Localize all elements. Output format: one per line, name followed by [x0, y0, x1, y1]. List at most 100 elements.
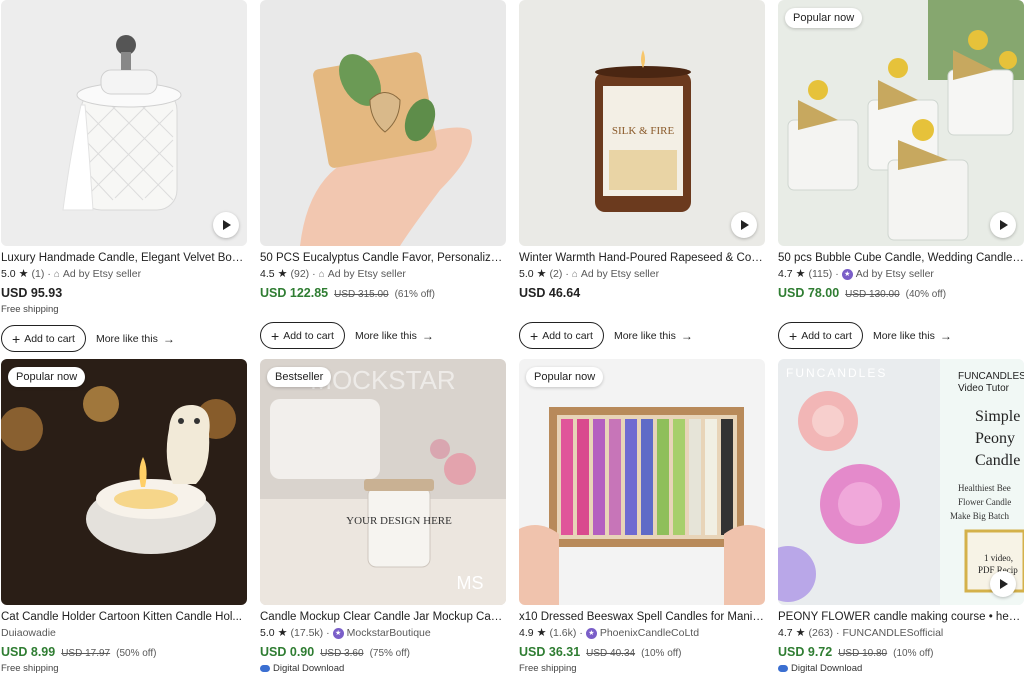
cloud-download-icon — [260, 665, 270, 672]
add-to-cart-label: Add to cart — [24, 332, 75, 345]
star-icon: ★ — [277, 627, 288, 639]
add-to-cart-button[interactable]: + Add to cart — [778, 322, 863, 349]
listing-image[interactable]: MOCKSTAR YOUR DESIGN HERE MS Bestseller — [260, 359, 506, 605]
original-price: USD 10.80 — [838, 648, 888, 659]
original-price: USD 315.00 — [334, 289, 389, 300]
shop-name[interactable]: Duiaowadie — [1, 627, 56, 640]
listing-card[interactable]: Popular now Cat Candle Holder Cartoon Ki… — [1, 359, 247, 674]
sale-price: USD 8.99 — [1, 645, 56, 659]
listing-title[interactable]: Luxury Handmade Candle, Elegant Velvet B… — [1, 251, 247, 265]
add-to-cart-label: Add to cart — [283, 329, 334, 342]
listing-meta: 5.0 ★ (2) · ⌂ Ad by Etsy seller — [519, 268, 660, 280]
brand-text: FUNCANDLES — [786, 366, 887, 380]
add-to-cart-button[interactable]: + Add to cart — [519, 322, 604, 349]
listing-image[interactable]: Popular now — [778, 0, 1024, 246]
play-icon[interactable] — [213, 212, 239, 238]
popular-now-badge: Popular now — [8, 367, 86, 387]
panel-title-text: FUNCANDLES — [958, 371, 1024, 382]
listing-title[interactable]: x10 Dressed Beeswax Spell Candles for Ma… — [519, 610, 765, 624]
more-like-this-label: More like this — [872, 329, 935, 342]
price-row: USD 46.64 — [519, 286, 765, 300]
listing-title[interactable]: 50 pcs Bubble Cube Candle, Wedding Candl… — [778, 251, 1024, 265]
star-seller-icon: ★ — [585, 628, 597, 639]
panel-tag2: Flower Candle — [958, 497, 1011, 507]
digital-download-label: Digital Download — [260, 663, 506, 674]
listing-title[interactable]: Candle Mockup Clear Candle Jar Mockup Ca… — [260, 610, 506, 624]
more-like-this-link[interactable]: More like this → — [873, 329, 952, 343]
listing-image[interactable]: SILK & FIRE — [519, 0, 765, 246]
price-row: USD 8.99 USD 17.97 (50% off) — [1, 645, 247, 659]
listing-meta: 4.9 ★ (1.6k) · ★ PhoenixCandleCoLtd — [519, 627, 700, 640]
shop-name[interactable]: FUNCANDLESofficial — [843, 627, 944, 640]
play-icon[interactable] — [990, 571, 1016, 597]
candle-jar-image — [1, 0, 247, 246]
arrow-right-icon: → — [939, 328, 952, 343]
peony-course-image: FUNCANDLES FUNCANDLES Video Tutor Simple… — [778, 359, 1024, 605]
price-row: USD 36.31 USD 40.34 (10% off) — [519, 645, 765, 659]
listing-image[interactable]: FUNCANDLES FUNCANDLES Video Tutor Simple… — [778, 359, 1024, 605]
listing-card[interactable]: Popular now x10 Dressed Beeswax Spell Ca… — [519, 359, 765, 674]
watermark-text: MOCKSTAR — [310, 365, 455, 395]
price-row: USD 9.72 USD 10.80 (10% off) — [778, 645, 1024, 659]
plus-icon: + — [12, 330, 21, 347]
sale-price: USD 78.00 — [778, 286, 840, 300]
listing-title[interactable]: PEONY FLOWER candle making course • heal… — [778, 610, 1024, 624]
more-like-this-link[interactable]: More like this → — [355, 329, 434, 343]
listing-card[interactable]: MOCKSTAR YOUR DESIGN HERE MS Bestseller … — [260, 359, 506, 674]
ms-logo-text: MS — [457, 573, 484, 593]
original-price: USD 17.97 — [61, 648, 111, 659]
shop-icon: ⌂ — [53, 269, 60, 280]
more-like-this-label: More like this — [354, 329, 417, 342]
panel-line2: Peony — [975, 430, 1015, 447]
more-like-this-link[interactable]: More like this → — [96, 332, 175, 346]
shop-name[interactable]: PhoenixCandleCoLtd — [600, 627, 699, 640]
digital-download-text: Digital Download — [273, 663, 345, 674]
sale-price: USD 0.90 — [260, 645, 315, 659]
listing-image[interactable] — [1, 0, 247, 246]
discount-label: (40% off) — [905, 289, 947, 300]
plus-icon: + — [271, 327, 280, 344]
add-to-cart-button[interactable]: + Add to cart — [260, 322, 345, 349]
listing-image[interactable]: Popular now — [1, 359, 247, 605]
star-icon: ★ — [536, 627, 547, 639]
listing-image[interactable] — [260, 0, 506, 246]
shop-icon: ⌂ — [571, 269, 578, 280]
rating-value: 5.0 — [1, 268, 16, 280]
cloud-download-icon — [778, 665, 788, 672]
shop-name[interactable]: MockstarBoutique — [347, 627, 431, 640]
review-count: (1.6k) — [549, 627, 577, 639]
star-icon: ★ — [18, 268, 29, 280]
more-like-this-link[interactable]: More like this → — [614, 329, 693, 343]
play-icon[interactable] — [731, 212, 757, 238]
bubble-cube-candle-image — [778, 0, 1024, 246]
ad-label: Ad by Etsy seller — [855, 268, 934, 280]
listing-card[interactable]: SILK & FIRE Winter Warmth Hand-Poured Ra… — [519, 0, 765, 349]
add-to-cart-button[interactable]: + Add to cart — [1, 325, 86, 352]
listing-title[interactable]: Winter Warmth Hand-Poured Rapeseed & Coc… — [519, 251, 765, 265]
price: USD 46.64 — [519, 286, 581, 300]
listing-image[interactable]: Popular now — [519, 359, 765, 605]
review-count: (263) — [808, 627, 833, 639]
price-row: USD 0.90 USD 3.60 (75% off) — [260, 645, 506, 659]
play-icon[interactable] — [990, 212, 1016, 238]
listing-card[interactable]: Popular now 50 pcs Bubble Cube Candle, W… — [778, 0, 1024, 349]
listing-card[interactable]: FUNCANDLES FUNCANDLES Video Tutor Simple… — [778, 359, 1024, 674]
plus-icon: + — [530, 327, 539, 344]
listing-actions: + Add to cart More like this → — [778, 322, 1024, 349]
original-price: USD 3.60 — [320, 648, 364, 659]
frame-line1: 1 video, — [984, 553, 1013, 563]
digital-download-text: Digital Download — [791, 663, 863, 674]
listing-card[interactable]: 50 PCS Eucalyptus Candle Favor, Personal… — [260, 0, 506, 349]
arrow-right-icon: → — [680, 328, 693, 343]
arrow-right-icon: → — [162, 331, 175, 346]
listing-title[interactable]: Cat Candle Holder Cartoon Kitten Candle … — [1, 610, 247, 624]
brand-text: SILK & FIRE — [612, 125, 675, 137]
sale-price: USD 9.72 — [778, 645, 833, 659]
cat-candle-holder-image — [1, 359, 247, 605]
silk-fire-candle-image: SILK & FIRE — [519, 0, 765, 246]
mockup-jar-text: YOUR DESIGN HERE — [346, 515, 452, 527]
listing-card[interactable]: Luxury Handmade Candle, Elegant Velvet B… — [1, 0, 247, 352]
popular-now-badge: Popular now — [526, 367, 604, 387]
add-to-cart-label: Add to cart — [542, 329, 593, 342]
listing-title[interactable]: 50 PCS Eucalyptus Candle Favor, Personal… — [260, 251, 506, 265]
